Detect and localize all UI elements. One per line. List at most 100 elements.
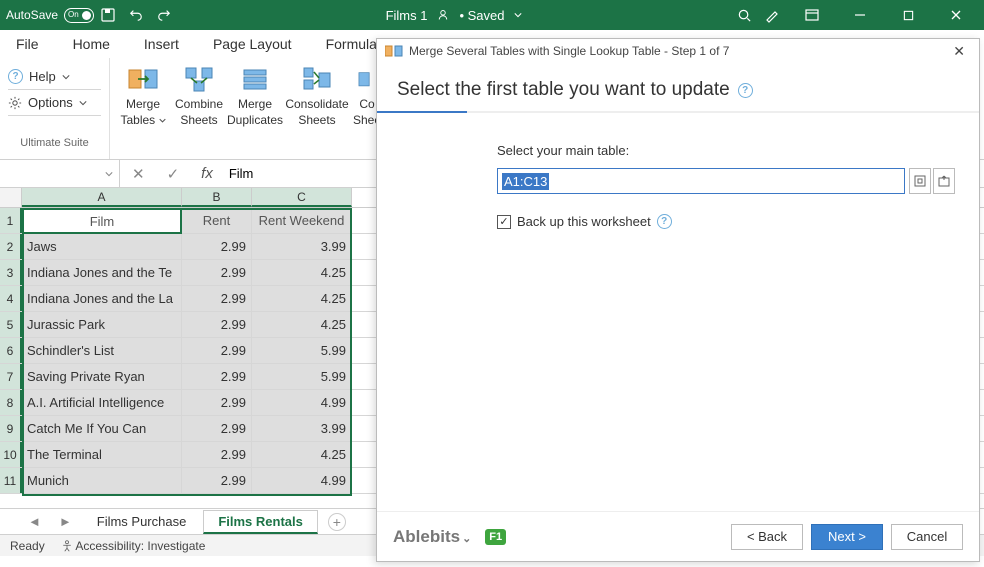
cell[interactable]: 2.99	[182, 260, 252, 285]
cell[interactable]: Rent Weekend	[252, 208, 352, 233]
fx-icon[interactable]: fx	[195, 165, 219, 182]
cell[interactable]: Rent	[182, 208, 252, 233]
options-button[interactable]: Options	[8, 90, 101, 116]
row-header[interactable]: 6	[0, 338, 22, 363]
row-header[interactable]: 9	[0, 416, 22, 441]
next-button[interactable]: Next >	[811, 524, 883, 550]
accessibility-label: Accessibility: Investigate	[75, 539, 205, 553]
autosave-toggle[interactable]: AutoSave On	[6, 8, 94, 23]
sheet-nav-prev-icon[interactable]: ◄	[20, 514, 49, 529]
autoselect-range-button[interactable]	[909, 168, 931, 194]
consolidate-sheets-button[interactable]: Consolidate Sheets	[284, 62, 350, 130]
wizard-close-button[interactable]: ✕	[947, 41, 971, 62]
cell[interactable]: A.I. Artificial Intelligence	[22, 390, 182, 415]
f1-help-badge[interactable]: F1	[485, 529, 506, 545]
merge-tables-icon	[127, 64, 159, 96]
add-sheet-button[interactable]: +	[328, 513, 346, 531]
row-header[interactable]: 1	[0, 208, 22, 233]
btn-label: Consolidate	[285, 98, 348, 112]
cell[interactable]: 2.99	[182, 312, 252, 337]
cell[interactable]: 4.99	[252, 390, 352, 415]
cell[interactable]: 4.25	[252, 312, 352, 337]
undo-icon[interactable]	[122, 1, 150, 29]
ribbon-display-icon[interactable]	[790, 1, 834, 29]
brand-label[interactable]: Ablebits⌄	[393, 527, 471, 547]
cell[interactable]: Film	[22, 208, 182, 233]
tab-file[interactable]: File	[10, 32, 45, 56]
row-header[interactable]: 2	[0, 234, 22, 259]
cell[interactable]: 2.99	[182, 390, 252, 415]
redo-icon[interactable]	[150, 1, 178, 29]
cell[interactable]: 4.99	[252, 468, 352, 493]
row-header[interactable]: 11	[0, 468, 22, 493]
cell[interactable]: Indiana Jones and the Te	[22, 260, 182, 285]
col-header-c[interactable]: C	[252, 188, 352, 207]
cell[interactable]: 2.99	[182, 468, 252, 493]
combine-sheets-button[interactable]: Combine Sheets	[172, 62, 226, 130]
cell[interactable]: 3.99	[252, 416, 352, 441]
cell[interactable]: Schindler's List	[22, 338, 182, 363]
enter-formula-icon[interactable]: ✓	[161, 165, 186, 183]
help-icon[interactable]: ?	[738, 83, 753, 98]
col-header-b[interactable]: B	[182, 188, 252, 207]
person-icon	[437, 9, 449, 21]
cell[interactable]: Munich	[22, 468, 182, 493]
sheet-nav-next-icon[interactable]: ►	[51, 514, 80, 529]
row-header[interactable]: 3	[0, 260, 22, 285]
cell[interactable]: 3.99	[252, 234, 352, 259]
back-button[interactable]: < Back	[731, 524, 803, 550]
chevron-down-icon	[62, 73, 70, 81]
range-input[interactable]: A1:C13	[497, 168, 905, 194]
cell[interactable]: 2.99	[182, 234, 252, 259]
sheet-tab-purchase[interactable]: Films Purchase	[82, 510, 202, 533]
cell[interactable]: 2.99	[182, 416, 252, 441]
row-header[interactable]: 4	[0, 286, 22, 311]
tab-page-layout[interactable]: Page Layout	[207, 32, 298, 56]
pen-icon[interactable]	[758, 1, 786, 29]
cell[interactable]: Jaws	[22, 234, 182, 259]
cell[interactable]: 2.99	[182, 286, 252, 311]
sheet-tab-rentals[interactable]: Films Rentals	[203, 510, 318, 534]
maximize-button[interactable]	[886, 1, 930, 29]
help-icon[interactable]: ?	[657, 214, 672, 229]
close-button[interactable]	[934, 1, 978, 29]
cell[interactable]: Saving Private Ryan	[22, 364, 182, 389]
saved-status[interactable]: • Saved	[459, 8, 504, 23]
tab-insert[interactable]: Insert	[138, 32, 185, 56]
merge-duplicates-button[interactable]: Merge Duplicates	[228, 62, 282, 130]
merge-duplicates-icon	[239, 64, 271, 96]
cell[interactable]: 2.99	[182, 338, 252, 363]
cell[interactable]: Jurassic Park	[22, 312, 182, 337]
row-header[interactable]: 5	[0, 312, 22, 337]
row-header[interactable]: 8	[0, 390, 22, 415]
cell[interactable]: 5.99	[252, 364, 352, 389]
row-header[interactable]: 7	[0, 364, 22, 389]
cancel-button[interactable]: Cancel	[891, 524, 963, 550]
backup-checkbox-row[interactable]: ✓ Back up this worksheet ?	[497, 214, 955, 229]
name-box[interactable]	[0, 160, 120, 187]
cell[interactable]: The Terminal	[22, 442, 182, 467]
select-all-corner[interactable]	[0, 188, 22, 207]
wizard-footer: Ablebits⌄ F1 < Back Next > Cancel	[377, 511, 979, 561]
cell[interactable]: Indiana Jones and the La	[22, 286, 182, 311]
cell[interactable]: 4.25	[252, 286, 352, 311]
title-bar: AutoSave On Films 1 • Saved	[0, 0, 984, 30]
merge-tables-button[interactable]: Merge Tables	[116, 62, 170, 130]
cell[interactable]: 4.25	[252, 260, 352, 285]
cell[interactable]: 5.99	[252, 338, 352, 363]
tab-home[interactable]: Home	[67, 32, 116, 56]
col-header-a[interactable]: A	[22, 188, 182, 207]
btn-label: Sheets	[298, 114, 335, 128]
save-icon[interactable]	[94, 1, 122, 29]
minimize-button[interactable]	[838, 1, 882, 29]
cell[interactable]: 2.99	[182, 364, 252, 389]
cell[interactable]: 4.25	[252, 442, 352, 467]
help-button[interactable]: ? Help	[8, 64, 101, 90]
expand-range-button[interactable]	[933, 168, 955, 194]
cell[interactable]: 2.99	[182, 442, 252, 467]
search-icon[interactable]	[730, 1, 758, 29]
accessibility-status[interactable]: Accessibility: Investigate	[61, 539, 206, 553]
row-header[interactable]: 10	[0, 442, 22, 467]
cancel-formula-icon[interactable]: ✕	[126, 165, 151, 183]
cell[interactable]: Catch Me If You Can	[22, 416, 182, 441]
